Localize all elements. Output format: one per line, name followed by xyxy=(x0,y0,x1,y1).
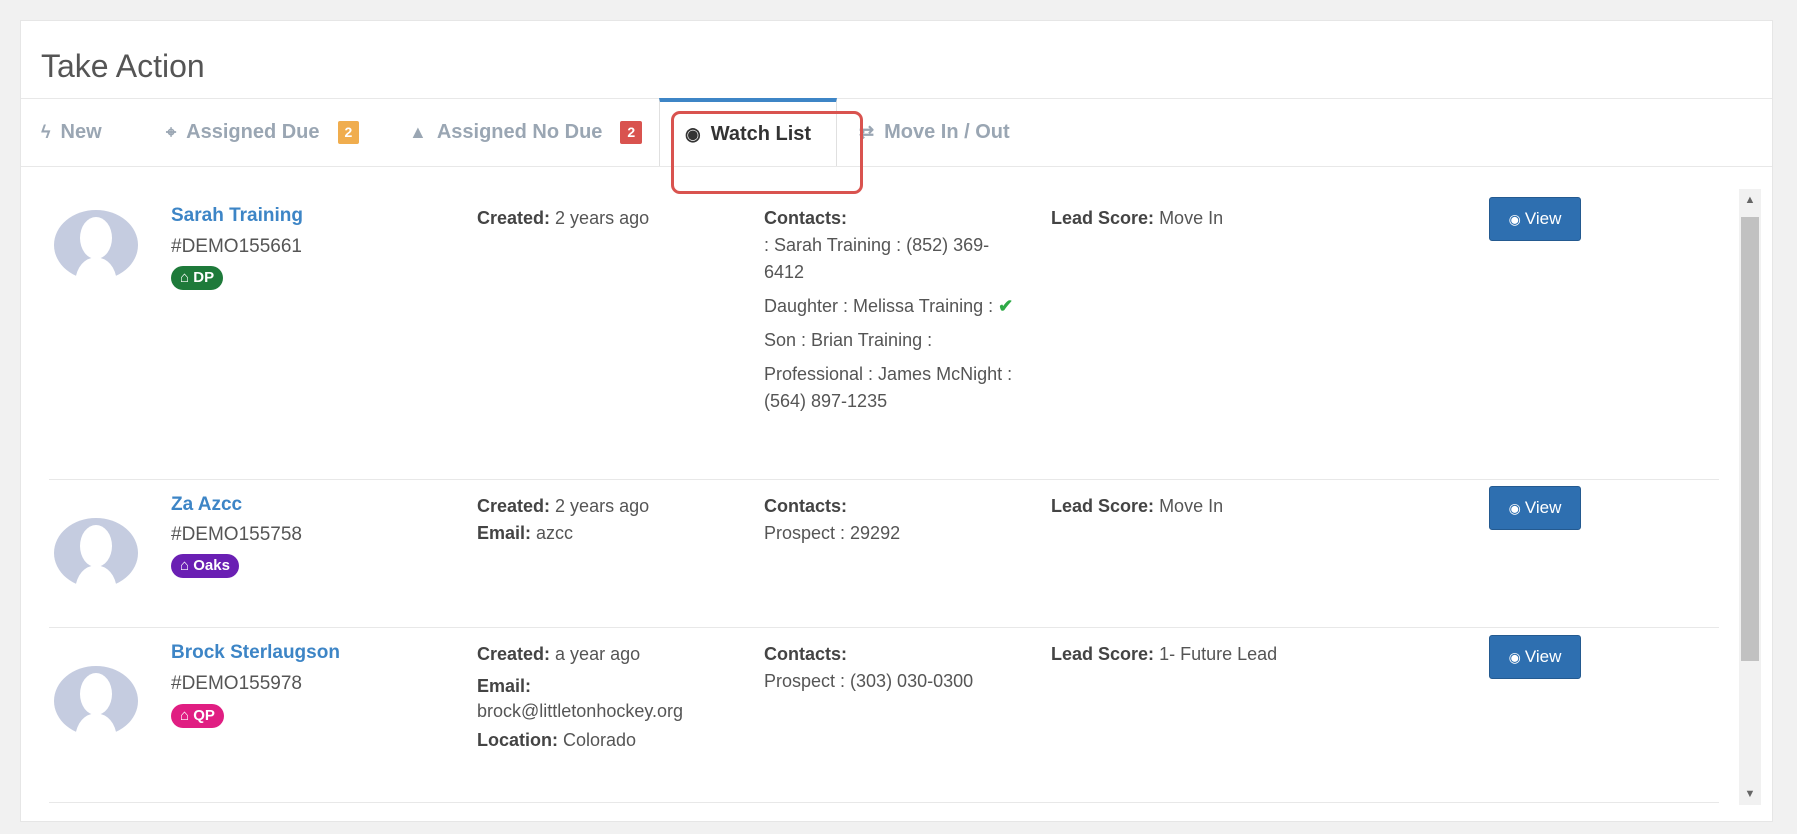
contacts-label: Contacts: xyxy=(764,644,848,664)
community-tag: ⌂ Oaks xyxy=(171,554,239,578)
contact-entry: Son : Brian Training : xyxy=(764,330,933,350)
contact-entry: Prospect : 29292 xyxy=(764,523,901,543)
eye-icon: ◉ xyxy=(685,123,701,144)
lead-score-info: Lead Score: Move In xyxy=(1051,205,1381,232)
contacts-info: Contacts: Prospect : (303) 030-0300 xyxy=(764,641,1014,695)
created-info: Created: 2 years ago xyxy=(477,205,747,232)
contact-entry: : Sarah Training : (852) 369-6412 xyxy=(764,235,990,282)
panel-title: Take Action xyxy=(21,21,1772,99)
list-scrollbar[interactable]: ▲ ▼ xyxy=(1739,189,1761,805)
created-info: Created: a year ago Email: brock@littlet… xyxy=(477,641,747,754)
count-badge: 2 xyxy=(337,121,360,144)
tab-move-in-out[interactable]: ⇄ Move In / Out xyxy=(859,99,1010,166)
tab-label: Move In / Out xyxy=(884,121,1010,143)
resident-code: #DEMO155978 xyxy=(171,673,302,694)
scroll-up-arrow-icon[interactable]: ▲ xyxy=(1739,189,1761,211)
contact-entry: Daughter : Melissa Training : ✔ xyxy=(764,293,1014,320)
check-icon: ✔ xyxy=(998,296,1014,316)
view-label: View xyxy=(1524,209,1562,228)
tab-bar: ϟ New ⌖ Assigned Due 2 ▲ Assigned No Due… xyxy=(21,98,1772,167)
contacts-info: Contacts: Prospect : 29292 xyxy=(764,493,1014,547)
resident-name-link[interactable]: Za Azcc xyxy=(171,494,242,516)
created-value: 2 years ago xyxy=(555,208,650,228)
scroll-thumb[interactable] xyxy=(1741,217,1759,661)
view-button[interactable]: ◉ View xyxy=(1489,197,1581,241)
take-action-panel: Take Action ϟ New ⌖ Assigned Due 2 ▲ Ass… xyxy=(20,20,1773,822)
list-item: Za Azcc #DEMO155758 ⌂ Oaks Created: 2 ye… xyxy=(49,480,1719,628)
tab-watch-list[interactable]: ◉ Watch List xyxy=(659,98,838,166)
view-button[interactable]: ◉ View xyxy=(1489,486,1581,530)
lead-score-info: Lead Score: 1- Future Lead xyxy=(1051,641,1381,668)
tab-label: New xyxy=(60,121,102,143)
avatar xyxy=(54,518,138,589)
bolt-icon: ϟ xyxy=(41,122,51,142)
lead-score-info: Lead Score: Move In xyxy=(1051,493,1381,520)
created-label: Created: xyxy=(477,644,551,664)
lead-score-value: Move In xyxy=(1159,208,1224,228)
contact-entry: Professional : James McNight : (564) 897… xyxy=(764,364,1013,411)
contact-text: Daughter : Melissa Training : xyxy=(764,296,994,316)
email-value: brock@littletonhockey.org xyxy=(477,701,684,721)
scroll-down-arrow-icon[interactable]: ▼ xyxy=(1739,783,1761,805)
tab-label: Assigned No Due xyxy=(436,121,603,143)
list-item: Sarah Training #DEMO155661 ⌂ DP Created:… xyxy=(49,189,1719,480)
tab-label: Watch List xyxy=(710,122,812,145)
warning-icon: ▲ xyxy=(409,122,427,142)
resident-code: #DEMO155661 xyxy=(171,236,302,257)
exchange-icon: ⇄ xyxy=(859,122,875,142)
count-badge: 2 xyxy=(620,121,643,144)
created-label: Created: xyxy=(477,496,551,516)
tag-label: QP xyxy=(193,707,215,724)
lead-score-value: 1- Future Lead xyxy=(1159,644,1278,664)
tag-label: DP xyxy=(193,269,215,286)
contacts-info: Contacts: : Sarah Training : (852) 369-6… xyxy=(764,205,1014,415)
list-item: Brock Sterlaugson #DEMO155978 ⌂ QP Creat… xyxy=(49,628,1719,803)
created-label: Created: xyxy=(477,208,551,228)
contact-entry: Prospect : (303) 030-0300 xyxy=(764,671,974,691)
eye-icon: ◉ xyxy=(1508,648,1521,665)
location-value: Colorado xyxy=(563,730,637,750)
created-info: Created: 2 years ago Email: azcc xyxy=(477,493,747,547)
lead-score-label: Lead Score: xyxy=(1051,208,1155,228)
community-tag: ⌂ QP xyxy=(171,704,224,728)
email-label: Email: xyxy=(477,676,532,696)
eye-icon: ◉ xyxy=(1508,499,1521,516)
view-label: View xyxy=(1524,498,1562,517)
avatar xyxy=(54,210,138,281)
contacts-label: Contacts: xyxy=(764,208,848,228)
resident-name-link[interactable]: Sarah Training xyxy=(171,205,303,227)
email-label: Email: xyxy=(477,523,532,543)
avatar xyxy=(54,666,138,737)
location-label: Location: xyxy=(477,730,558,750)
resident-code: #DEMO155758 xyxy=(171,524,302,545)
created-value: a year ago xyxy=(555,644,641,664)
created-value: 2 years ago xyxy=(555,496,650,516)
view-button[interactable]: ◉ View xyxy=(1489,635,1581,679)
tag-label: Oaks xyxy=(193,557,230,574)
eye-icon: ◉ xyxy=(1508,210,1521,227)
crosshair-icon: ⌖ xyxy=(166,122,177,142)
tab-new[interactable]: ϟ New xyxy=(41,99,102,166)
lead-score-label: Lead Score: xyxy=(1051,644,1155,664)
email-value: azcc xyxy=(536,523,574,543)
tab-assigned-no-due[interactable]: ▲ Assigned No Due 2 xyxy=(409,99,643,166)
home-icon: ⌂ xyxy=(180,557,190,574)
resident-name-link[interactable]: Brock Sterlaugson xyxy=(171,642,340,664)
contacts-label: Contacts: xyxy=(764,496,848,516)
view-label: View xyxy=(1524,647,1562,666)
home-icon: ⌂ xyxy=(180,707,190,724)
watch-list: Sarah Training #DEMO155661 ⌂ DP Created:… xyxy=(49,189,1739,805)
tab-label: Assigned Due xyxy=(186,121,320,143)
lead-score-value: Move In xyxy=(1159,496,1224,516)
tab-assigned-due[interactable]: ⌖ Assigned Due 2 xyxy=(166,99,360,166)
home-icon: ⌂ xyxy=(180,269,190,286)
community-tag: ⌂ DP xyxy=(171,266,224,290)
lead-score-label: Lead Score: xyxy=(1051,496,1155,516)
